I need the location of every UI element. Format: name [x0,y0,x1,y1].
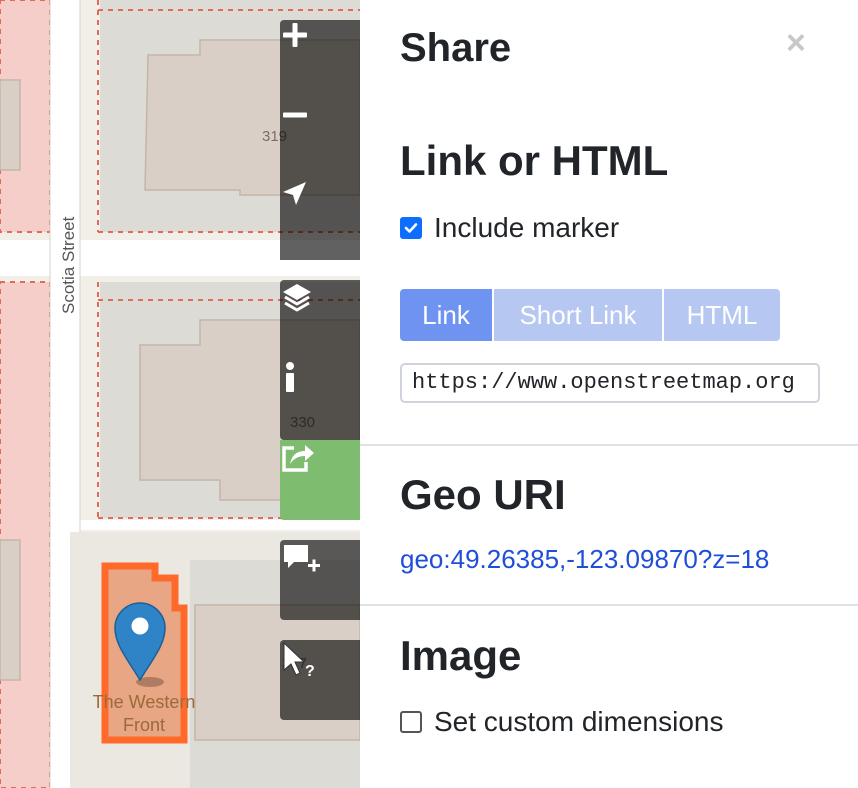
poi-label: Front [123,715,165,735]
share-icon [282,445,314,472]
query-features-icon: ? [283,641,315,680]
info-icon [286,362,294,392]
section-divider [360,604,858,606]
layers-icon [283,284,311,312]
tab-link[interactable]: Link [400,289,492,341]
zoom-out-button[interactable] [280,100,360,180]
geo-uri-link[interactable]: geo:49.26385,-123.09870?z=18 [400,544,769,575]
query-features-button[interactable]: ? [280,640,360,720]
add-note-button[interactable] [280,540,360,620]
geo-uri-heading: Geo URI [400,471,566,518]
tab-html[interactable]: HTML [664,289,780,341]
minus-icon [283,112,307,118]
include-marker-checkbox[interactable]: Include marker [400,212,619,244]
image-section-heading: Image [400,632,522,679]
tab-short-link[interactable]: Short Link [494,289,662,341]
section-divider [360,444,858,446]
link-section-heading: Link or HTML [400,137,669,184]
locate-arrow-icon [283,182,306,205]
info-button[interactable] [280,360,360,440]
checkbox-checked-icon[interactable] [400,217,422,239]
panel-title: Share [400,26,512,70]
custom-dimensions-checkbox[interactable]: Set custom dimensions [400,706,723,738]
street-label: Scotia Street [59,216,78,314]
share-button[interactable] [280,440,360,520]
zoom-in-button[interactable] [280,20,360,100]
poi-label: The Western [93,692,196,712]
svg-text:?: ? [305,663,315,680]
map-view[interactable]: Scotia Street 319 330 317 The Western Fr… [0,0,360,788]
include-marker-label: Include marker [434,212,620,243]
link-format-tabs: Link Short Link HTML [400,289,780,341]
share-url-input[interactable]: https://www.openstreetmap.org [400,363,820,403]
checkbox-unchecked-icon[interactable] [400,711,422,733]
layers-button[interactable] [280,280,360,360]
plus-icon [283,23,307,47]
locate-button[interactable] [280,180,360,260]
share-panel: Share × Link or HTML Include marker Link… [360,0,858,788]
custom-dimensions-label: Set custom dimensions [434,706,724,737]
add-note-icon [284,545,320,572]
close-icon[interactable]: × [786,26,806,60]
